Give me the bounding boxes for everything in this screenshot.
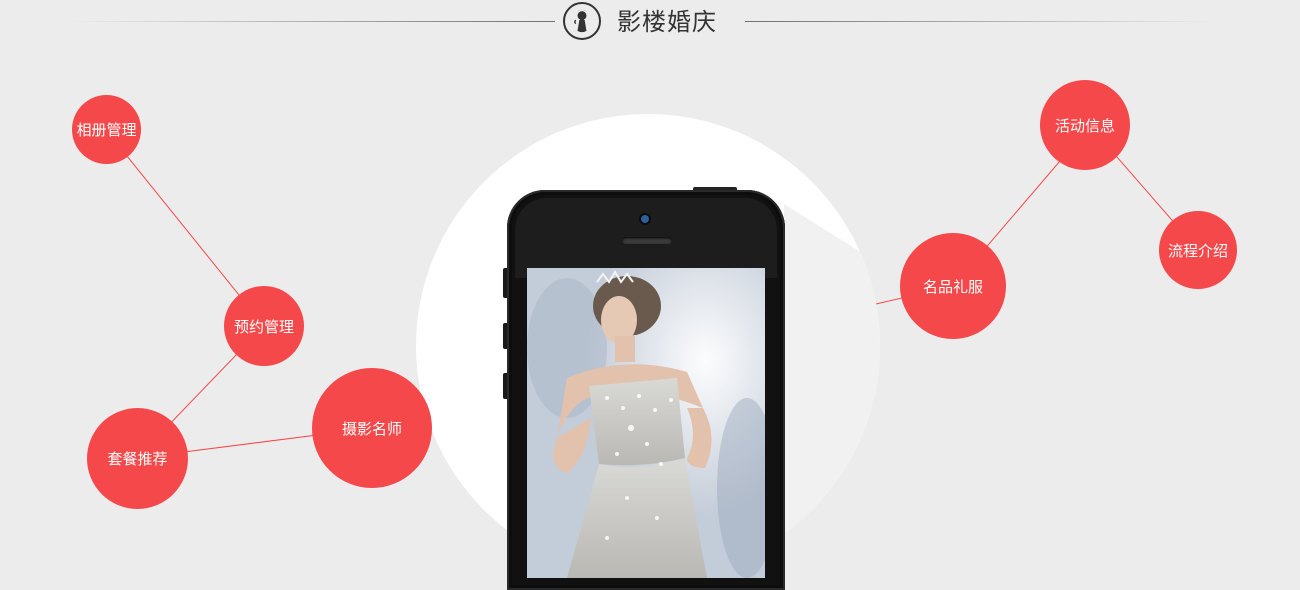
phone-screen-image: [527, 268, 765, 578]
bubble-label: 套餐推荐: [107, 450, 168, 468]
bubble-label: 相册管理: [76, 121, 137, 139]
bubble-label: 名品礼服: [922, 277, 983, 296]
bubble-package-recommend[interactable]: 套餐推荐: [87, 408, 188, 509]
bubble-brand-dress[interactable]: 名品礼服: [900, 233, 1006, 339]
bubble-event-info[interactable]: 活动信息: [1040, 80, 1130, 170]
phone-camera-icon: [641, 215, 649, 223]
bubble-label: 摄影名师: [341, 419, 402, 438]
bubble-label: 预约管理: [233, 317, 294, 336]
bubble-label: 活动信息: [1054, 116, 1115, 135]
phone-speaker: [622, 237, 672, 244]
bubble-process-intro[interactable]: 流程介绍: [1159, 211, 1237, 289]
bubble-photographer[interactable]: 摄影名师: [312, 368, 432, 488]
bubble-label: 流程介绍: [1167, 241, 1228, 260]
bubble-album-management[interactable]: 相册管理: [72, 95, 141, 164]
bubble-booking-management[interactable]: 预约管理: [224, 286, 304, 366]
